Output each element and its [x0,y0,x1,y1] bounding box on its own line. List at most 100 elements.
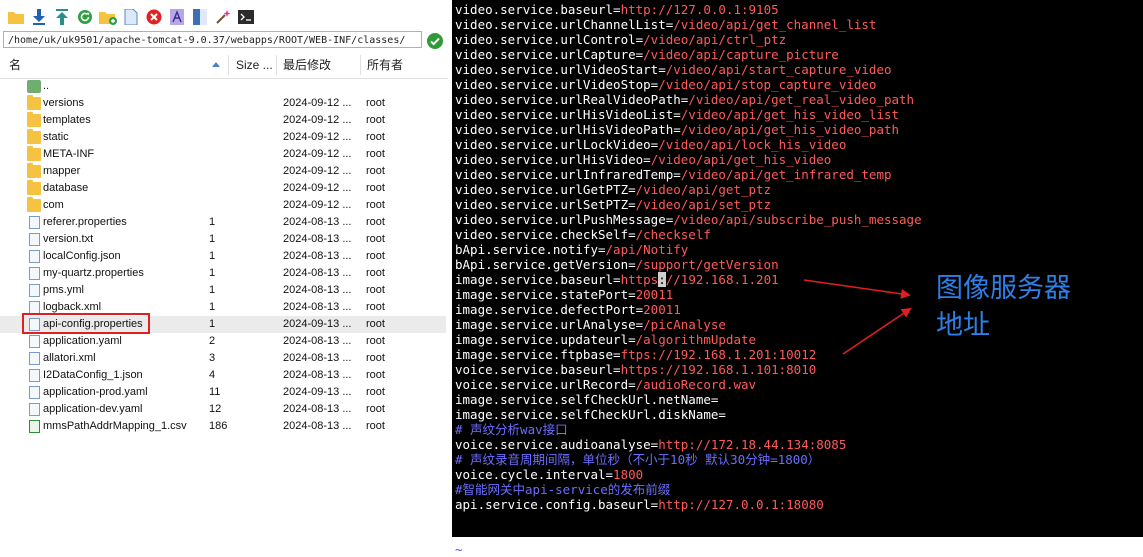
config-key: video.service.urlCapture [455,47,636,62]
text-cursor: : [658,272,666,287]
terminal-line: api.service.config.baseurl=http://127.0.… [455,497,922,512]
terminal-line: ~ [455,542,922,557]
terminal-line: voice.cycle.interval=1800 [455,467,922,482]
column-owner-header[interactable]: 所有者 [367,52,403,78]
column-modified-header[interactable]: 最后修改 [283,52,331,78]
file-row[interactable]: META-INF 2024-09-12 ... root [0,146,446,163]
file-modified: 2024-08-13 ... [283,233,352,245]
go-button[interactable] [427,33,443,49]
config-value: /checkself [635,227,711,242]
file-row[interactable]: application-prod.yaml 11 2024-09-13 ... roo… [0,384,446,401]
file-modified: 2024-08-13 ... [283,250,352,262]
config-value: /video/api/subscribe_push_message [673,212,922,227]
rename-icon[interactable] [167,8,187,26]
config-value: /video/api/get_channel_list [673,17,877,32]
file-size: 1 [209,301,216,313]
upload-icon[interactable] [52,8,72,26]
terminal-line: video.service.urlHisVideo=/video/api/get… [455,152,922,167]
file-row[interactable]: database 2024-09-12 ... root [0,180,446,197]
refresh-icon[interactable] [75,8,95,26]
file-modified: 2024-09-12 ... [283,114,352,126]
file-name: application-dev.yaml [43,403,143,415]
folder-icon[interactable] [6,8,26,26]
bookmark-icon[interactable] [190,8,210,26]
config-key: video.service.urlInfraredTemp [455,167,674,182]
column-divider[interactable] [228,55,229,75]
column-divider[interactable] [276,55,277,75]
file-icon [29,284,40,297]
file-name: pms.yml [43,284,84,296]
file-owner: root [366,233,385,245]
file-modified: 2024-09-12 ... [283,165,352,177]
equals-sign: = [710,392,719,407]
config-value: ftps://192.168.1.201:10012 [620,347,817,362]
terminal-panel[interactable]: video.service.baseurl=http://127.0.0.1:9… [452,0,1143,557]
magic-icon[interactable] [213,8,233,26]
file-manager-panel: /home/uk/uk9501/apache-tomcat-9.0.37/web… [0,0,452,537]
file-list-header: 名 Size ... 最后修改 所有者 [0,52,448,79]
config-key: video.service.urlVideoStart [455,62,659,77]
config-key: bApi.service.getVersion [455,257,629,272]
config-key: video.service.urlGetPTZ [455,182,629,197]
file-name: referer.properties [43,216,127,228]
file-owner: root [366,267,385,279]
file-row[interactable]: logback.xml 1 2024-08-13 ... root [0,299,446,316]
file-icon [29,386,40,399]
download-icon[interactable] [29,8,49,26]
file-owner: root [366,352,385,364]
file-owner: root [366,335,385,347]
file-row[interactable]: mapper 2024-09-12 ... root [0,163,446,180]
file-size: 1 [209,267,216,279]
config-key: voice.service.baseurl [455,362,614,377]
parent-folder-icon [27,80,41,93]
file-owner: root [366,199,385,211]
equals-sign: = [628,227,636,242]
file-name: .. [43,80,50,92]
terminal-line: video.service.urlVideoStop=/video/api/st… [455,77,922,92]
equals-sign: = [673,122,681,137]
file-owner: root [366,284,385,296]
new-file-icon[interactable] [121,8,141,26]
file-modified: 2024-08-13 ... [283,420,352,432]
config-value: /video/api/get_infrared_temp [680,167,892,182]
file-row[interactable]: referer.properties 1 2024-08-13 ... root [0,214,446,231]
config-value: /video/api/get_ptz [635,182,772,197]
file-row[interactable]: pms.yml 1 2024-08-13 ... root [0,282,446,299]
file-row[interactable]: application.yaml 2 2024-08-13 ... root [0,333,446,350]
file-name: application.yaml [43,335,122,347]
file-icon [29,318,40,331]
file-modified: 2024-08-13 ... [283,216,352,228]
config-value: /video/api/ctrl_ptz [643,32,787,47]
delete-icon[interactable] [144,8,164,26]
config-value: /support/getVersion [635,257,779,272]
file-row[interactable]: mmsPathAddrMapping_1.csv 186 2024-08-13 ..… [0,418,446,435]
config-key: image.service.selfCheckUrl.diskName [455,407,719,422]
column-size-header[interactable]: Size ... [236,52,273,78]
column-divider[interactable] [360,55,361,75]
file-name: versions [43,97,84,109]
file-row[interactable]: allatori.xml 3 2024-08-13 ... root [0,350,446,367]
file-row[interactable]: .. [0,78,446,95]
file-owner: root [366,386,385,398]
file-row[interactable]: api-config.properties 1 2024-09-13 ... root [0,316,446,333]
file-owner: root [366,97,385,109]
file-owner: root [366,318,385,330]
file-row[interactable]: com 2024-09-12 ... root [0,197,446,214]
file-size: 4 [209,369,216,381]
new-folder-icon[interactable] [98,8,118,26]
file-row[interactable]: localConfig.json 1 2024-08-13 ... root [0,248,446,265]
file-name: localConfig.json [43,250,121,262]
config-value: /algorithmUpdate [635,332,757,347]
column-name-header[interactable]: 名 [9,52,21,78]
file-row[interactable]: my-quartz.properties 1 2024-08-13 ... root [0,265,446,282]
config-value: https://192.168.1.101:8010 [620,362,817,377]
file-row[interactable]: I2DataConfig_1.json 4 2024-08-13 ... root [0,367,446,384]
file-row[interactable]: application-dev.yaml 12 2024-08-13 ... root [0,401,446,418]
path-input[interactable]: /home/uk/uk9501/apache-tomcat-9.0.37/web… [3,31,422,48]
file-name: I2DataConfig_1.json [43,369,143,381]
file-row[interactable]: version.txt 1 2024-08-13 ... root [0,231,446,248]
file-row[interactable]: versions 2024-09-12 ... root [0,95,446,112]
terminal-icon[interactable] [236,8,256,26]
file-row[interactable]: static 2024-09-12 ... root [0,129,446,146]
file-row[interactable]: templates 2024-09-12 ... root [0,112,446,129]
